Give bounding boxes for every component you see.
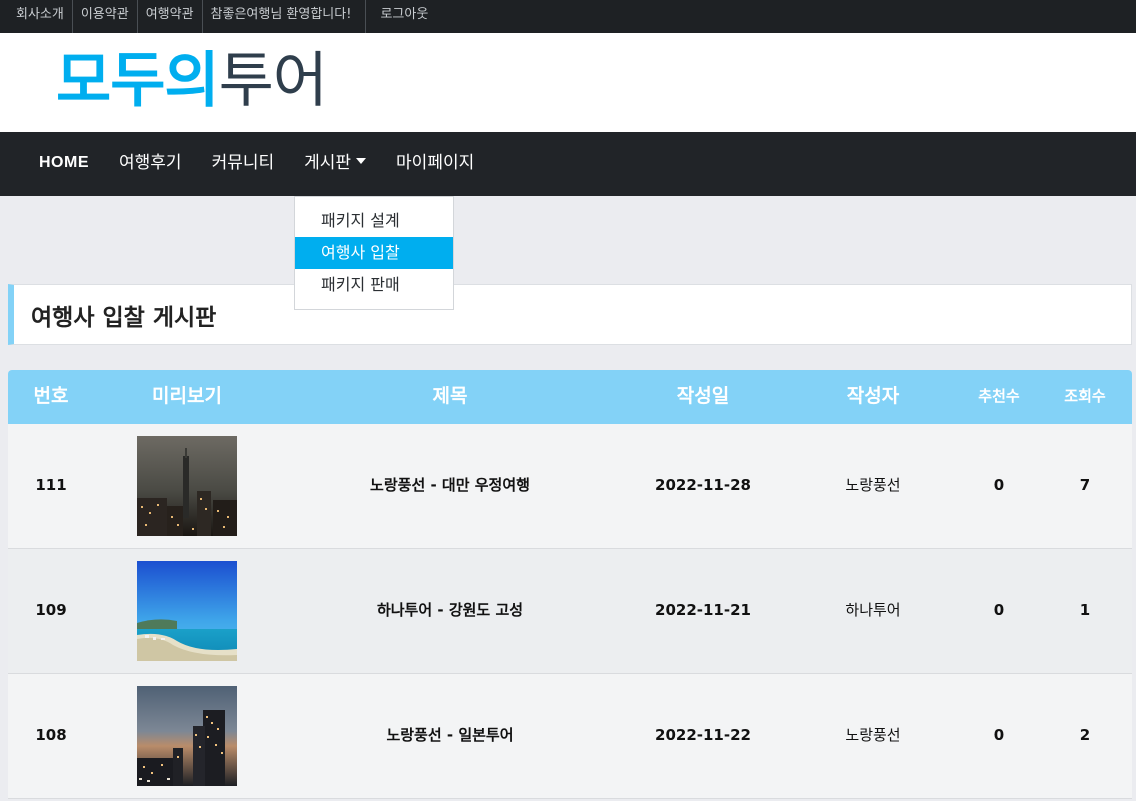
table-header: 번호 미리보기 제목 작성일 작성자 추천수 조회수	[8, 370, 1132, 424]
nav-item-mypage[interactable]: 마이페이지	[381, 132, 489, 196]
post-recommend-count: 0	[993, 601, 1005, 619]
thumbnail-night-city-image[interactable]	[137, 436, 237, 536]
post-view-count: 1	[1079, 601, 1091, 619]
post-number: 109	[35, 601, 67, 619]
nav-item-community[interactable]: 커뮤니티	[197, 132, 290, 196]
post-number: 108	[35, 726, 67, 744]
post-recommend-count: 0	[993, 726, 1005, 744]
caret-down-icon	[356, 158, 367, 164]
post-author: 하나투어	[845, 601, 901, 619]
table-row[interactable]: 109 하나투어 - 강원도 고성 2022-11-21 하나투어 0 1	[8, 549, 1132, 674]
board-table: 번호 미리보기 제목 작성일 작성자 추천수 조회수 111 노랑풍선 - 대만…	[8, 370, 1132, 801]
logo-part-1: 모두의	[56, 46, 220, 116]
dropdown-item-package-design[interactable]: 패키지 설계	[295, 205, 453, 237]
main-nav: HOME 여행후기 커뮤니티 게시판 마이페이지	[0, 132, 1136, 196]
header-preview: 미리보기	[152, 385, 222, 407]
board-title-box: 여행사 입찰 게시판	[8, 284, 1132, 345]
board-dropdown-menu: 패키지 설계 여행사 입찰 패키지 판매	[294, 196, 454, 310]
header-date: 작성일	[676, 385, 730, 407]
dropdown-item-agency-bid[interactable]: 여행사 입찰	[295, 237, 453, 269]
nav-item-home[interactable]: HOME	[24, 132, 104, 196]
brand-header: 모두의투어	[0, 33, 1136, 132]
terms-of-use-link[interactable]: 이용약관	[73, 0, 138, 33]
header-recommend: 추천수	[978, 387, 1020, 405]
nav-item-board-label: 게시판	[304, 153, 352, 173]
logout-link[interactable]: 로그아웃	[366, 0, 436, 33]
table-body: 111 노랑풍선 - 대만 우정여행 2022-11-28 노랑풍선 0 7 1…	[8, 424, 1132, 799]
table-row[interactable]: 111 노랑풍선 - 대만 우정여행 2022-11-28 노랑풍선 0 7	[8, 424, 1132, 549]
nav-item-reviews[interactable]: 여행후기	[104, 132, 197, 196]
post-recommend-count: 0	[993, 476, 1005, 494]
header-title: 제목	[432, 385, 468, 407]
dropdown-item-package-sale[interactable]: 패키지 판매	[295, 269, 453, 301]
post-title[interactable]: 하나투어 - 강원도 고성	[280, 549, 620, 674]
post-number: 111	[35, 476, 67, 494]
welcome-message: 참좋은여행님 환영합니다!	[203, 0, 367, 33]
post-date: 2022-11-28	[655, 476, 751, 494]
post-author: 노랑풍선	[845, 726, 901, 744]
post-view-count: 2	[1079, 726, 1091, 744]
site-logo[interactable]: 모두의투어	[56, 43, 328, 119]
company-intro-link[interactable]: 회사소개	[8, 0, 73, 33]
post-date: 2022-11-22	[655, 726, 751, 744]
header-author: 작성자	[846, 385, 900, 407]
board-title: 여행사 입찰 게시판	[31, 305, 217, 331]
post-author: 노랑풍선	[845, 476, 901, 494]
top-utility-bar: 회사소개 이용약관 여행약관 참좋은여행님 환영합니다! 로그아웃	[0, 0, 1136, 33]
post-date: 2022-11-21	[655, 601, 751, 619]
nav-item-board[interactable]: 게시판	[289, 132, 381, 196]
post-title[interactable]: 노랑풍선 - 대만 우정여행	[280, 424, 620, 549]
header-views: 조회수	[1064, 387, 1106, 405]
thumbnail-beach-image[interactable]	[137, 561, 237, 661]
post-title[interactable]: 노랑풍선 - 일본투어	[280, 674, 620, 799]
travel-terms-link[interactable]: 여행약관	[138, 0, 203, 33]
table-row[interactable]: 108 노랑풍선 - 일본투어 2022-11-22 노랑풍선 0 2	[8, 674, 1132, 799]
post-view-count: 7	[1079, 476, 1091, 494]
logo-part-2: 투어	[218, 46, 328, 116]
thumbnail-harbor-image[interactable]	[137, 686, 237, 786]
header-number: 번호	[33, 385, 69, 407]
